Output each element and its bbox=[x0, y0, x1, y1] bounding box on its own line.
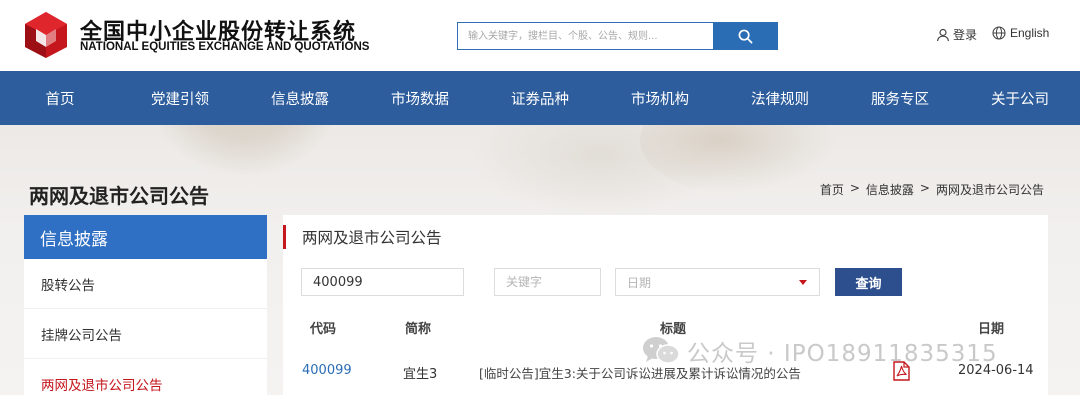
sidebar-item-delisted-announcements[interactable]: 两网及退市公司公告 bbox=[24, 359, 267, 395]
date-placeholder: 日期 bbox=[627, 275, 652, 290]
nav-item-rules[interactable]: 法律规则 bbox=[720, 71, 840, 125]
banner-decoration bbox=[150, 125, 340, 175]
breadcrumb-separator: > bbox=[919, 181, 930, 195]
user-icon bbox=[936, 28, 950, 41]
nav-item-services[interactable]: 服务专区 bbox=[840, 71, 960, 125]
wechat-icon bbox=[643, 337, 680, 364]
row-short-name: 宜生3 bbox=[403, 367, 438, 382]
nav-item-market-data[interactable]: 市场数据 bbox=[360, 71, 480, 125]
query-button[interactable]: 查询 bbox=[835, 268, 902, 296]
main-nav: 首页 党建引领 信息披露 市场数据 证券品种 市场机构 法律规则 服务专区 关于… bbox=[0, 71, 1080, 125]
search-input[interactable] bbox=[458, 23, 713, 49]
breadcrumb-current: 两网及退市公司公告 bbox=[935, 183, 1044, 197]
sidebar-heading: 信息披露 bbox=[24, 215, 267, 259]
wechat-watermark: 公众号 · IPO18911835315 bbox=[641, 333, 998, 369]
page-title: 两网及退市公司公告 bbox=[29, 184, 209, 208]
column-header-code: 代码 bbox=[310, 322, 337, 337]
breadcrumb-disclosure[interactable]: 信息披露 bbox=[866, 181, 914, 198]
code-input[interactable] bbox=[301, 268, 464, 296]
nav-item-securities[interactable]: 证券品种 bbox=[480, 71, 600, 125]
sidebar-item-listed-announcements[interactable]: 挂牌公司公告 bbox=[24, 309, 267, 359]
panel-title: 两网及退市公司公告 bbox=[283, 225, 442, 249]
nav-item-about[interactable]: 关于公司 bbox=[960, 71, 1080, 125]
breadcrumb-home[interactable]: 首页 bbox=[820, 181, 844, 198]
site-search bbox=[457, 22, 778, 50]
breadcrumb-separator: > bbox=[849, 181, 860, 195]
login-label: 登录 bbox=[953, 28, 978, 42]
nav-item-party-building[interactable]: 党建引领 bbox=[120, 71, 240, 125]
nav-item-disclosure[interactable]: 信息披露 bbox=[240, 71, 360, 125]
login-link[interactable]: 登录 bbox=[936, 26, 977, 43]
breadcrumb: 首页 > 信息披露 > 两网及退市公司公告 bbox=[820, 181, 1044, 198]
search-icon bbox=[738, 29, 752, 43]
row-code-link[interactable]: 400099 bbox=[302, 363, 352, 378]
keyword-input[interactable] bbox=[494, 268, 601, 296]
globe-icon bbox=[992, 26, 1006, 40]
neeq-logo-icon[interactable] bbox=[22, 11, 70, 59]
dropdown-arrow-icon bbox=[799, 280, 807, 285]
site-header: 全国中小企业股份转让系统 NATIONAL EQUITIES EXCHANGE … bbox=[0, 0, 1080, 71]
date-select[interactable]: 日期 bbox=[615, 268, 820, 296]
watermark-text: 公众号 · IPO18911835315 bbox=[687, 341, 998, 367]
language-label: English bbox=[1010, 26, 1050, 40]
column-header-name: 简称 bbox=[405, 322, 432, 337]
nav-item-home[interactable]: 首页 bbox=[0, 71, 120, 125]
brand-name-en[interactable]: NATIONAL EQUITIES EXCHANGE AND QUOTATION… bbox=[80, 41, 369, 53]
language-switch[interactable]: English bbox=[992, 26, 1049, 40]
nav-item-institutions[interactable]: 市场机构 bbox=[600, 71, 720, 125]
sidebar-item-neeq-announcements[interactable]: 股转公告 bbox=[24, 259, 267, 309]
sidebar: 信息披露 股转公告 挂牌公司公告 两网及退市公司公告 bbox=[24, 215, 267, 395]
search-button[interactable] bbox=[713, 23, 777, 49]
